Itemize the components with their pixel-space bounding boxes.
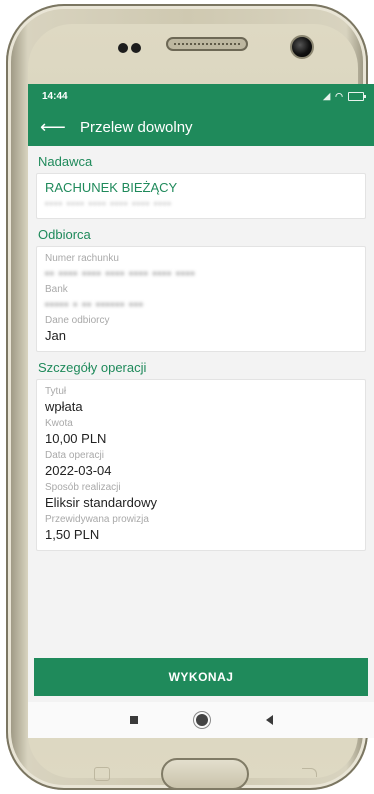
fee-value: 1,50 PLN <box>45 527 100 542</box>
sender-card: RACHUNEK BIEŻĄCY •••• •••• •••• •••• •••… <box>36 173 366 219</box>
status-time: 14:44 <box>42 90 68 102</box>
bank-label: Bank <box>45 284 68 295</box>
sender-account-number-obscured: •••• •••• •••• •••• •••• •••• <box>45 199 172 210</box>
sensor-dots <box>118 40 144 53</box>
battery-icon <box>348 91 366 101</box>
recipient-name: Jan <box>45 328 66 343</box>
fee-label: Przewidywana prowizja <box>45 514 149 525</box>
earpiece-speaker <box>166 37 248 51</box>
sender-account-name: RACHUNEK BIEŻĄCY <box>45 180 178 195</box>
title-value: wpłata <box>45 399 83 414</box>
execute-button[interactable]: WYKONAJ <box>34 658 368 696</box>
recipient-card: Numer rachunku •• •••• •••• •••• •••• ••… <box>36 246 366 352</box>
home-icon[interactable] <box>195 714 208 726</box>
date-value: 2022-03-04 <box>45 463 112 478</box>
recipient-data-label: Dane odbiorcy <box>45 315 110 326</box>
back-icon[interactable] <box>265 715 273 725</box>
back-hardware-icon[interactable] <box>302 768 317 777</box>
details-section-title: Szczegóły operacji <box>38 360 147 375</box>
recipient-section-title: Odbiorca <box>38 227 91 242</box>
front-camera <box>290 35 314 59</box>
title-label: Tytuł <box>45 386 67 397</box>
wifi-icon: ◠ <box>335 90 343 101</box>
date-label: Data operacji <box>45 450 104 461</box>
signal-icon: ◢ <box>323 90 331 101</box>
details-card: Tytuł wpłata Kwota 10,00 PLN Data operac… <box>36 379 366 551</box>
amount-value: 10,00 PLN <box>45 431 107 446</box>
app-screen: 14:44 ◢ ◠ ⟵ Przelew dowolny Nadawca RACH… <box>28 84 374 738</box>
back-arrow-icon[interactable]: ⟵ <box>40 118 80 136</box>
recent-apps-hardware-icon[interactable] <box>94 767 110 781</box>
amount-label: Kwota <box>45 418 73 429</box>
method-label: Sposób realizacji <box>45 482 121 493</box>
account-number-label: Numer rachunku <box>45 253 119 264</box>
sender-section-title: Nadawca <box>38 154 93 169</box>
recents-icon[interactable] <box>129 716 138 724</box>
method-value: Eliksir standardowy <box>45 495 157 510</box>
page-title: Przelew dowolny <box>80 118 193 136</box>
status-bar: 14:44 ◢ ◠ <box>28 84 374 108</box>
app-bar: ⟵ Przelew dowolny <box>28 108 374 146</box>
recipient-account-number-obscured: •• •••• •••• •••• •••• •••• •••• <box>45 268 196 280</box>
home-hardware-button[interactable] <box>161 758 249 790</box>
android-nav-bar <box>28 702 374 738</box>
transfer-summary: Nadawca RACHUNEK BIEŻĄCY •••• •••• •••• … <box>28 146 374 551</box>
bank-name-obscured: ••••• • •• •••••• ••• <box>45 299 144 311</box>
status-icons: ◢ ◠ <box>323 90 366 102</box>
